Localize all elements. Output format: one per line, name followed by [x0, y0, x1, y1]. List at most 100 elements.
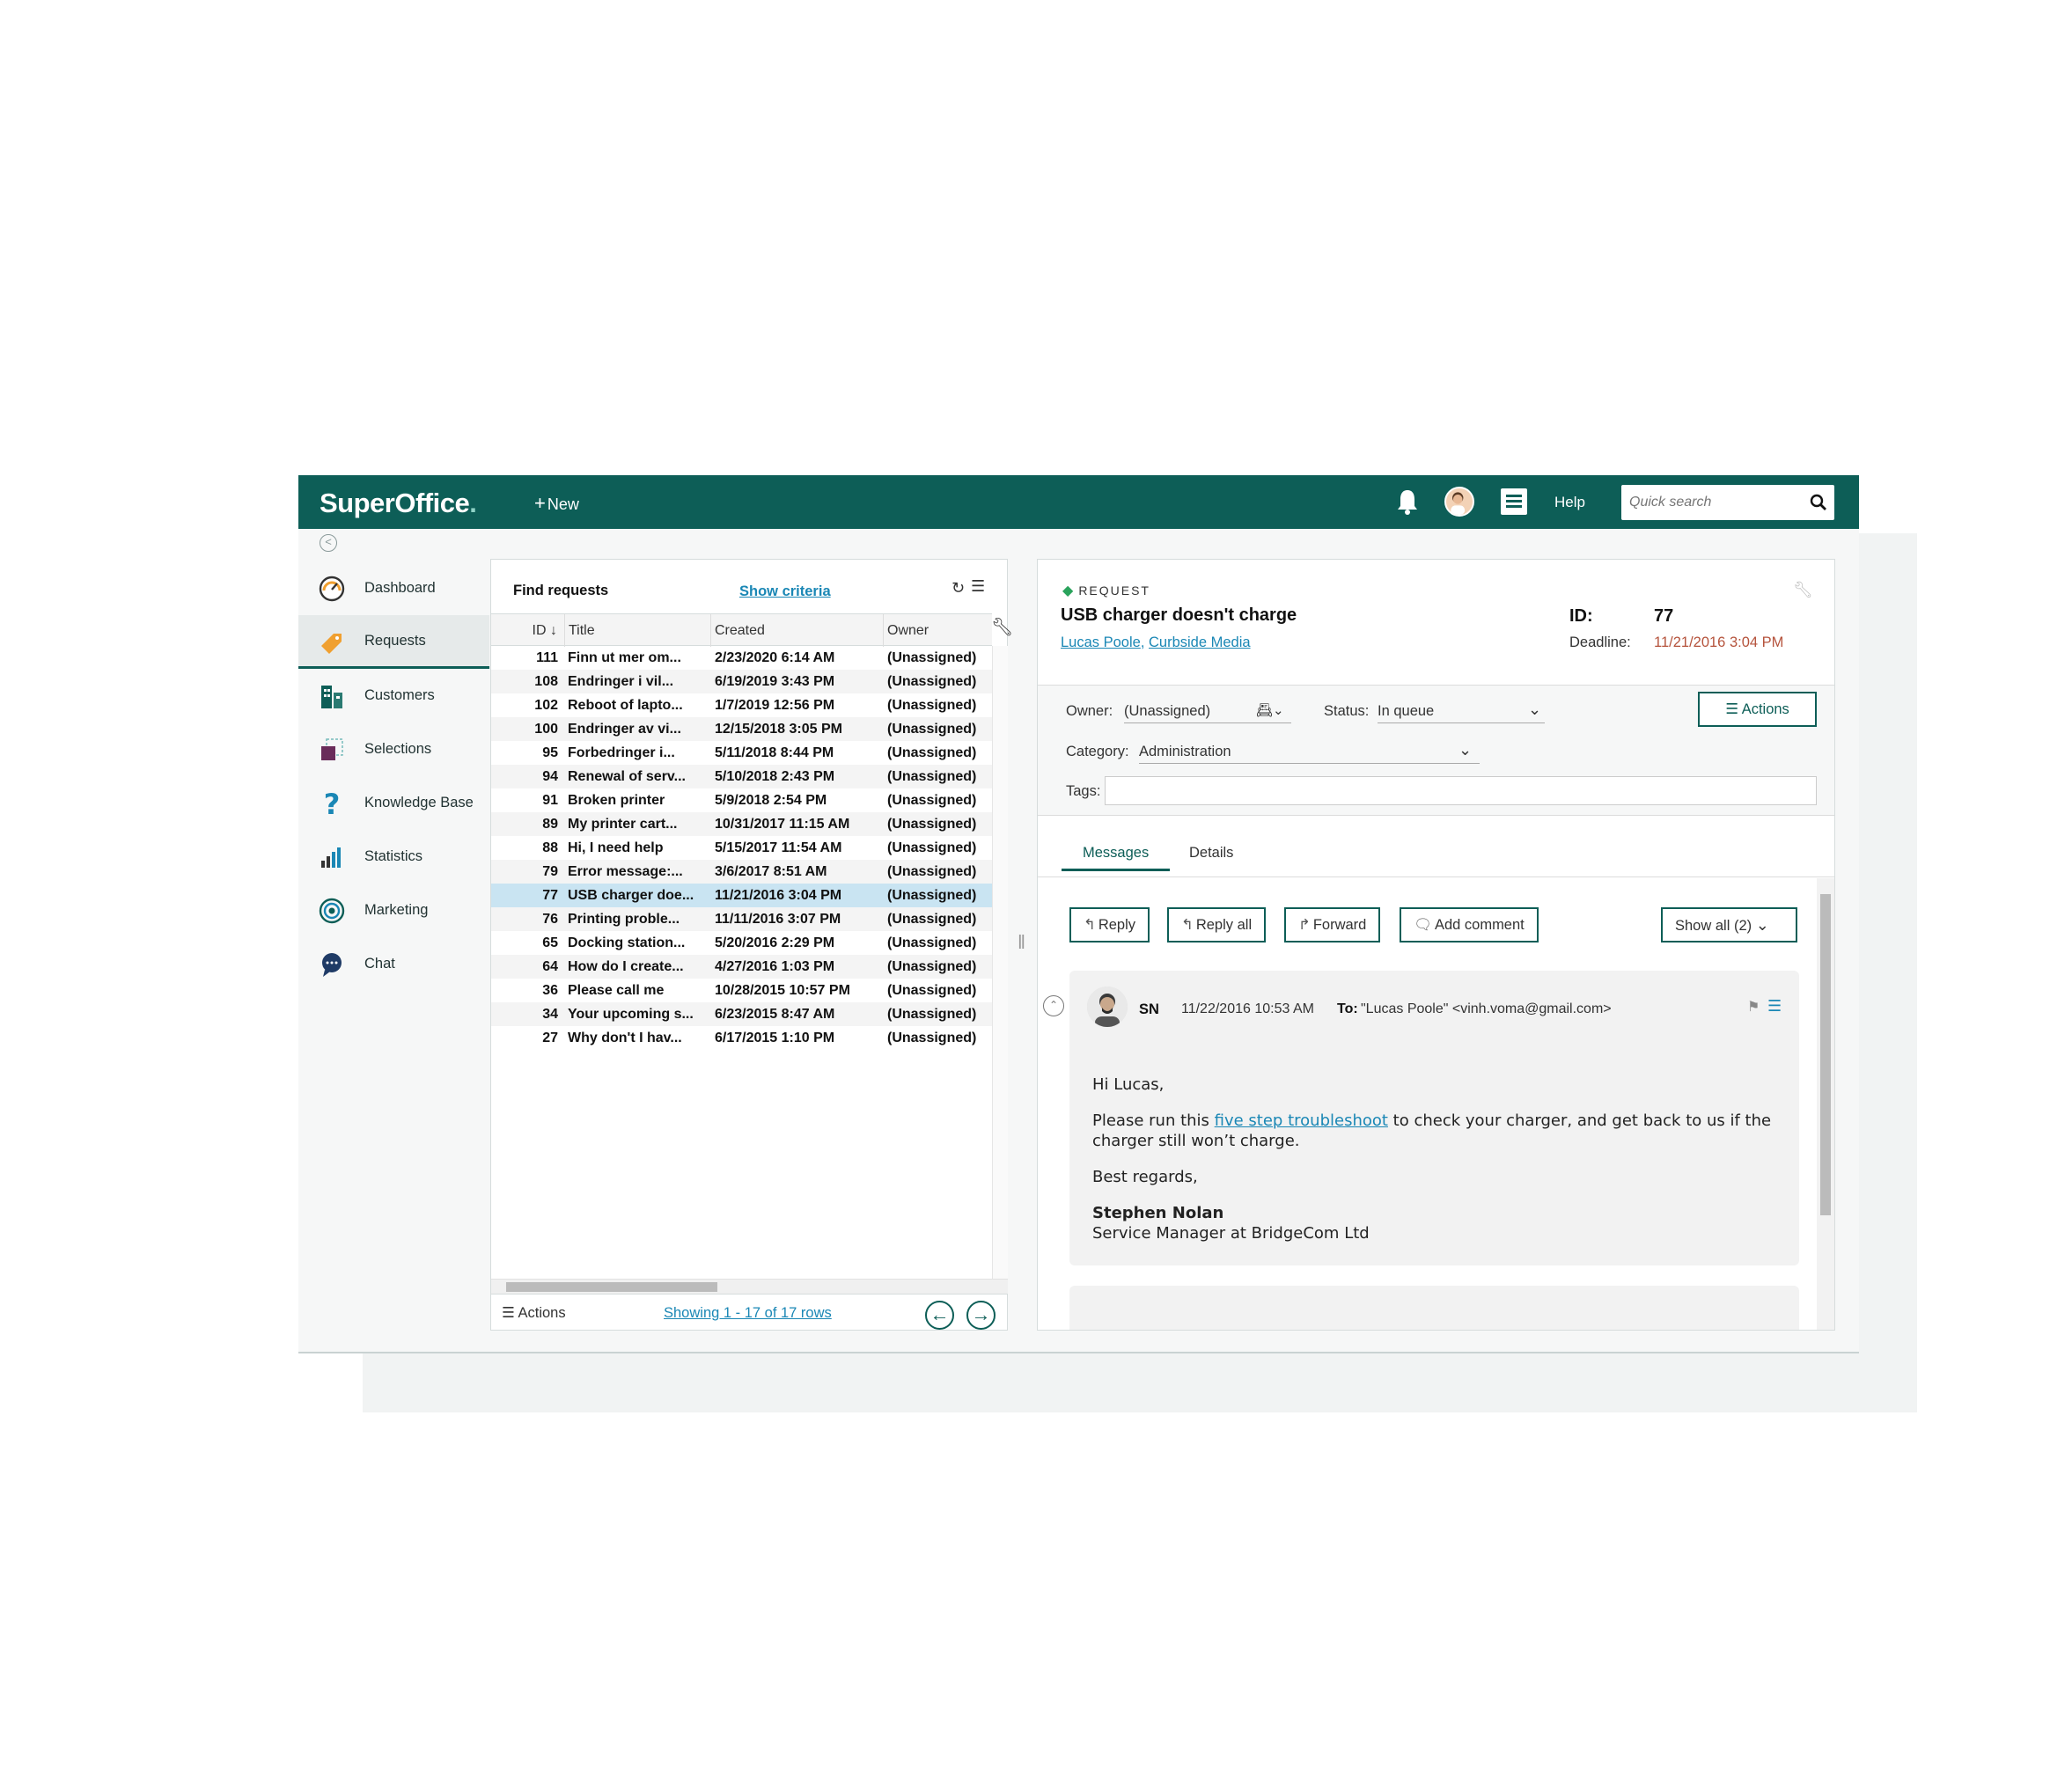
- table-row[interactable]: 65 Docking station... 5/20/2016 2:29 PM (Un…: [491, 931, 992, 955]
- table-row[interactable]: 108 Endringer i vil... 6/19/2019 3:43 PM (U…: [491, 670, 992, 693]
- tab-messages[interactable]: Messages: [1062, 845, 1171, 871]
- new-button[interactable]: + New: [534, 492, 579, 515]
- messages-scrollbar[interactable]: [1817, 878, 1834, 1330]
- contact-card-icon[interactable]: 📇︎⌄: [1256, 702, 1284, 718]
- flag-icon[interactable]: ⚑: [1747, 998, 1760, 1016]
- sender-avatar: [1087, 987, 1128, 1027]
- table-row[interactable]: 36 Please call me 10/28/2015 10:57 PM (Unas…: [491, 979, 992, 1002]
- deadline-label: Deadline:: [1569, 634, 1631, 650]
- message-recipient: "Lucas Poole" <vinh.voma@gmail.com>: [1361, 1001, 1612, 1016]
- superoffice-logo[interactable]: SuperOffice.: [320, 488, 477, 519]
- sidebar-item-selections[interactable]: Selections: [298, 722, 489, 776]
- row-created: 11/21/2016 3:04 PM: [715, 888, 842, 903]
- row-id: 95: [542, 745, 558, 760]
- message-sender: SN: [1139, 1001, 1159, 1017]
- table-row[interactable]: 77 USB charger doe... 11/21/2016 3:04 PM (U…: [491, 884, 992, 907]
- showing-rows-link[interactable]: Showing 1 - 17 of 17 rows: [664, 1305, 832, 1322]
- column-header-owner[interactable]: Owner: [884, 614, 992, 647]
- chevron-down-icon: ⌄: [1755, 916, 1769, 934]
- user-avatar[interactable]: [1444, 487, 1474, 517]
- company-link[interactable]: Curbside Media: [1149, 634, 1251, 650]
- sidebar-item-dashboard[interactable]: Dashboard: [298, 561, 489, 615]
- vertical-scrollbar[interactable]: [992, 646, 1008, 1279]
- next-page-button[interactable]: →: [966, 1301, 996, 1330]
- row-owner: (Unassigned): [887, 935, 977, 950]
- sidebar-item-marketing[interactable]: Marketing: [298, 884, 489, 937]
- chevron-down-icon[interactable]: ⌄: [1458, 741, 1472, 759]
- sidebar-item-customers[interactable]: Customers: [298, 669, 489, 722]
- table-row[interactable]: 102 Reboot of lapto... 1/7/2019 12:56 PM (U…: [491, 693, 992, 717]
- chevron-down-icon[interactable]: ⌄: [1528, 700, 1541, 719]
- table-row[interactable]: 91 Broken printer 5/9/2018 2:54 PM (Unassig…: [491, 788, 992, 812]
- row-created: 6/19/2019 3:43 PM: [715, 674, 835, 689]
- row-owner: (Unassigned): [887, 983, 977, 998]
- table-row[interactable]: 76 Printing proble... 11/11/2016 3:07 PM (U…: [491, 907, 992, 931]
- tab-details[interactable]: Details: [1189, 845, 1233, 869]
- sort-desc-icon: ↓: [550, 623, 557, 638]
- add-comment-button[interactable]: 🗨︎ Add comment: [1400, 907, 1539, 943]
- message-menu-icon[interactable]: ☰: [1767, 997, 1782, 1016]
- request-actions-button[interactable]: ☰ Actions: [1698, 692, 1817, 727]
- gauge-icon: [319, 576, 345, 602]
- panel-splitter[interactable]: ‖: [1018, 931, 1025, 954]
- row-title: Reboot of lapto...: [568, 698, 683, 713]
- menu-icon[interactable]: [1501, 488, 1527, 515]
- requests-table-body: 111 Finn ut mer om... 2/23/2020 6:14 AM (Un…: [491, 646, 992, 1050]
- pin-icon[interactable]: 🔧︎: [1793, 581, 1813, 599]
- table-row[interactable]: 27 Why don't I hav... 6/17/2015 1:10 PM (Un…: [491, 1026, 992, 1050]
- table-row[interactable]: 94 Renewal of serv... 5/10/2018 2:43 PM (Un…: [491, 765, 992, 788]
- collapse-message-icon[interactable]: ⌃: [1043, 995, 1064, 1016]
- row-owner: (Unassigned): [887, 722, 977, 737]
- table-row[interactable]: 64 How do I create... 4/27/2016 1:03 PM (Un…: [491, 955, 992, 979]
- row-title: Please call me: [568, 983, 665, 998]
- refresh-icon[interactable]: ↻: [952, 579, 965, 598]
- row-id: 111: [536, 650, 558, 665]
- message-card-collapsed: [1069, 1286, 1799, 1330]
- collapse-sidebar-icon[interactable]: <: [320, 534, 337, 552]
- request-fields: Owner: (Unassigned) 📇︎⌄ Status: In queue…: [1038, 686, 1834, 816]
- troubleshoot-link[interactable]: five step troubleshoot: [1215, 1111, 1388, 1130]
- show-criteria-link[interactable]: Show criteria: [739, 583, 831, 600]
- sidebar-item-knowledge-base[interactable]: ? Knowledge Base: [298, 776, 489, 830]
- quick-search-input[interactable]: [1621, 485, 1806, 520]
- table-row[interactable]: 100 Endringer av vi... 12/15/2018 3:05 PM (…: [491, 717, 992, 741]
- table-row[interactable]: 95 Forbedringer i... 5/11/2018 8:44 PM (Una…: [491, 741, 992, 765]
- scrollbar-thumb[interactable]: [506, 1282, 717, 1292]
- reply-button[interactable]: ↰ Reply: [1069, 907, 1150, 943]
- list-menu-icon[interactable]: ☰: [971, 577, 985, 596]
- request-tabs: Messages Details: [1038, 816, 1834, 877]
- wrench-icon[interactable]: 🔧︎: [991, 616, 1013, 638]
- bell-icon[interactable]: [1394, 488, 1421, 516]
- help-link[interactable]: Help: [1554, 494, 1585, 511]
- search-icon[interactable]: [1810, 494, 1827, 511]
- reply-all-button[interactable]: ↰ Reply all: [1167, 907, 1267, 943]
- buildings-icon: [321, 686, 342, 708]
- list-actions-button[interactable]: ☰ Actions: [502, 1304, 566, 1322]
- table-row[interactable]: 111 Finn ut mer om... 2/23/2020 6:14 AM (Un…: [491, 646, 992, 670]
- column-header-title[interactable]: Title: [565, 614, 711, 647]
- contact-link[interactable]: Lucas Poole: [1061, 634, 1141, 650]
- sidebar-item-chat[interactable]: Chat: [298, 937, 489, 991]
- find-requests-panel: Find requests Show criteria ↻ ☰ ID ↓ Tit…: [490, 559, 1013, 1331]
- tags-input[interactable]: [1105, 776, 1817, 805]
- forward-button[interactable]: ↱ Forward: [1284, 907, 1381, 943]
- category-select[interactable]: Administration: [1139, 744, 1480, 764]
- sidebar-item-requests[interactable]: Requests: [298, 615, 489, 669]
- sidebar-item-statistics[interactable]: Statistics: [298, 830, 489, 884]
- message-date: 11/22/2016 10:53 AM: [1181, 1001, 1314, 1016]
- scrollbar-thumb[interactable]: [1820, 894, 1831, 1215]
- status-select[interactable]: In queue: [1378, 703, 1545, 723]
- column-header-id[interactable]: ID ↓: [491, 614, 565, 647]
- ticket-icon: [321, 634, 342, 654]
- table-row[interactable]: 79 Error message:... 3/6/2017 8:51 AM (Unas…: [491, 860, 992, 884]
- request-id-value: 77: [1654, 606, 1674, 626]
- show-all-dropdown[interactable]: Show all (2) ⌄: [1661, 907, 1797, 943]
- table-row[interactable]: 89 My printer cart... 10/31/2017 11:15 AM (…: [491, 812, 992, 836]
- previous-page-button[interactable]: ←: [925, 1301, 954, 1330]
- signature-title: Service Manager at BridgeCom Ltd: [1092, 1224, 1370, 1243]
- message-regards: Best regards,: [1092, 1168, 1198, 1186]
- table-row[interactable]: 34 Your upcoming s... 6/23/2015 8:47 AM (Un…: [491, 1002, 992, 1026]
- horizontal-scrollbar[interactable]: [491, 1279, 1008, 1294]
- column-header-created[interactable]: Created: [711, 614, 884, 647]
- table-row[interactable]: 88 Hi, I need help 5/15/2017 11:54 AM (Unas…: [491, 836, 992, 860]
